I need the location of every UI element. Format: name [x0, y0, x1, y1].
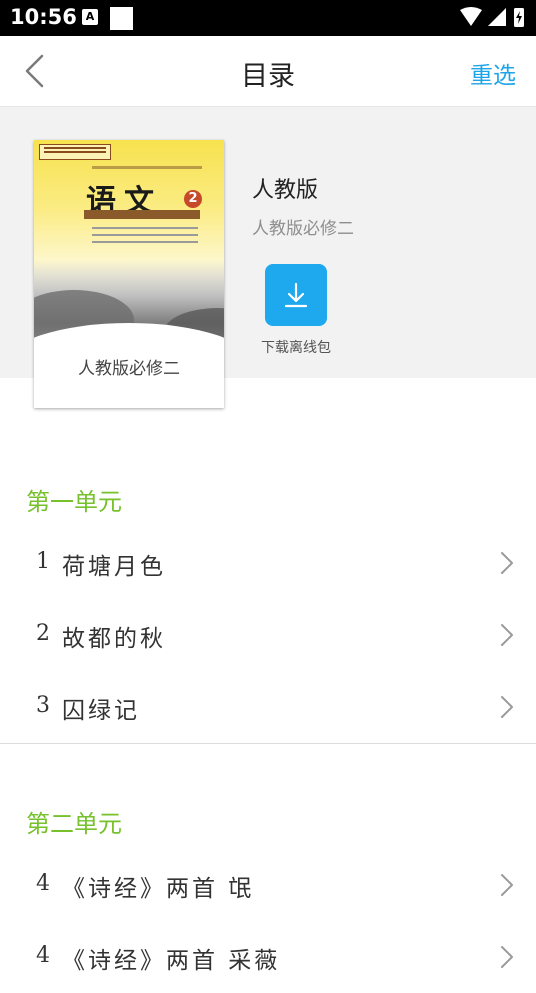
- status-icons: [460, 7, 524, 27]
- lesson-item[interactable]: 4 《诗经》两首 氓: [0, 849, 536, 922]
- lesson-title: 《诗经》两首 采薇: [62, 948, 281, 974]
- lesson-item[interactable]: 2 故都的秋: [0, 599, 536, 672]
- lesson-number: 4: [36, 943, 50, 968]
- lesson-title: 荷塘月色: [62, 554, 166, 580]
- chevron-right-icon: [501, 874, 513, 896]
- book-subtitle: 人教版必修二: [252, 219, 354, 239]
- download-icon: [284, 282, 308, 308]
- cover-volume-badge: 2: [184, 190, 202, 208]
- lesson-title: 囚绿记: [62, 698, 140, 724]
- page-title: 目录: [241, 61, 295, 92]
- lesson-item[interactable]: 3 囚绿记: [0, 671, 536, 744]
- lesson-number: 2: [36, 621, 50, 646]
- chevron-right-icon: [501, 624, 513, 646]
- status-time: 10:56: [10, 5, 77, 29]
- cover-label: 人教版必修二: [78, 359, 180, 379]
- nav-bar: 目录 重选: [0, 36, 536, 107]
- back-arrow-icon[interactable]: [22, 54, 52, 88]
- download-offline-label: 下载离线包: [261, 340, 331, 356]
- signal-icon: [488, 8, 506, 26]
- lesson-title: 故都的秋: [62, 626, 166, 652]
- lesson-number: 4: [36, 871, 50, 896]
- notification-square-icon: [110, 7, 133, 30]
- lesson-title: 《诗经》两首 氓: [62, 876, 255, 902]
- book-cover: 语文 2 人教版必修二: [34, 140, 224, 408]
- wifi-icon: [460, 7, 482, 26]
- unit-title: 第一单元: [26, 488, 122, 516]
- status-bar: 10:56 A: [0, 0, 536, 36]
- unit-title: 第二单元: [26, 810, 122, 838]
- lesson-item[interactable]: 4 《诗经》两首 采薇: [0, 921, 536, 993]
- chevron-right-icon: [501, 696, 513, 718]
- chevron-right-icon: [501, 946, 513, 968]
- lesson-number: 1: [36, 549, 50, 574]
- notification-a-icon: A: [82, 9, 98, 25]
- lesson-number: 3: [36, 693, 50, 718]
- book-edition: 人教版: [252, 178, 319, 203]
- chevron-right-icon: [501, 552, 513, 574]
- lesson-item[interactable]: 1 荷塘月色: [0, 527, 536, 600]
- cover-stamp: [39, 144, 111, 160]
- download-offline-button[interactable]: [265, 264, 327, 326]
- reselect-button[interactable]: 重选: [470, 56, 516, 90]
- cover-publisher-lines: [92, 227, 198, 248]
